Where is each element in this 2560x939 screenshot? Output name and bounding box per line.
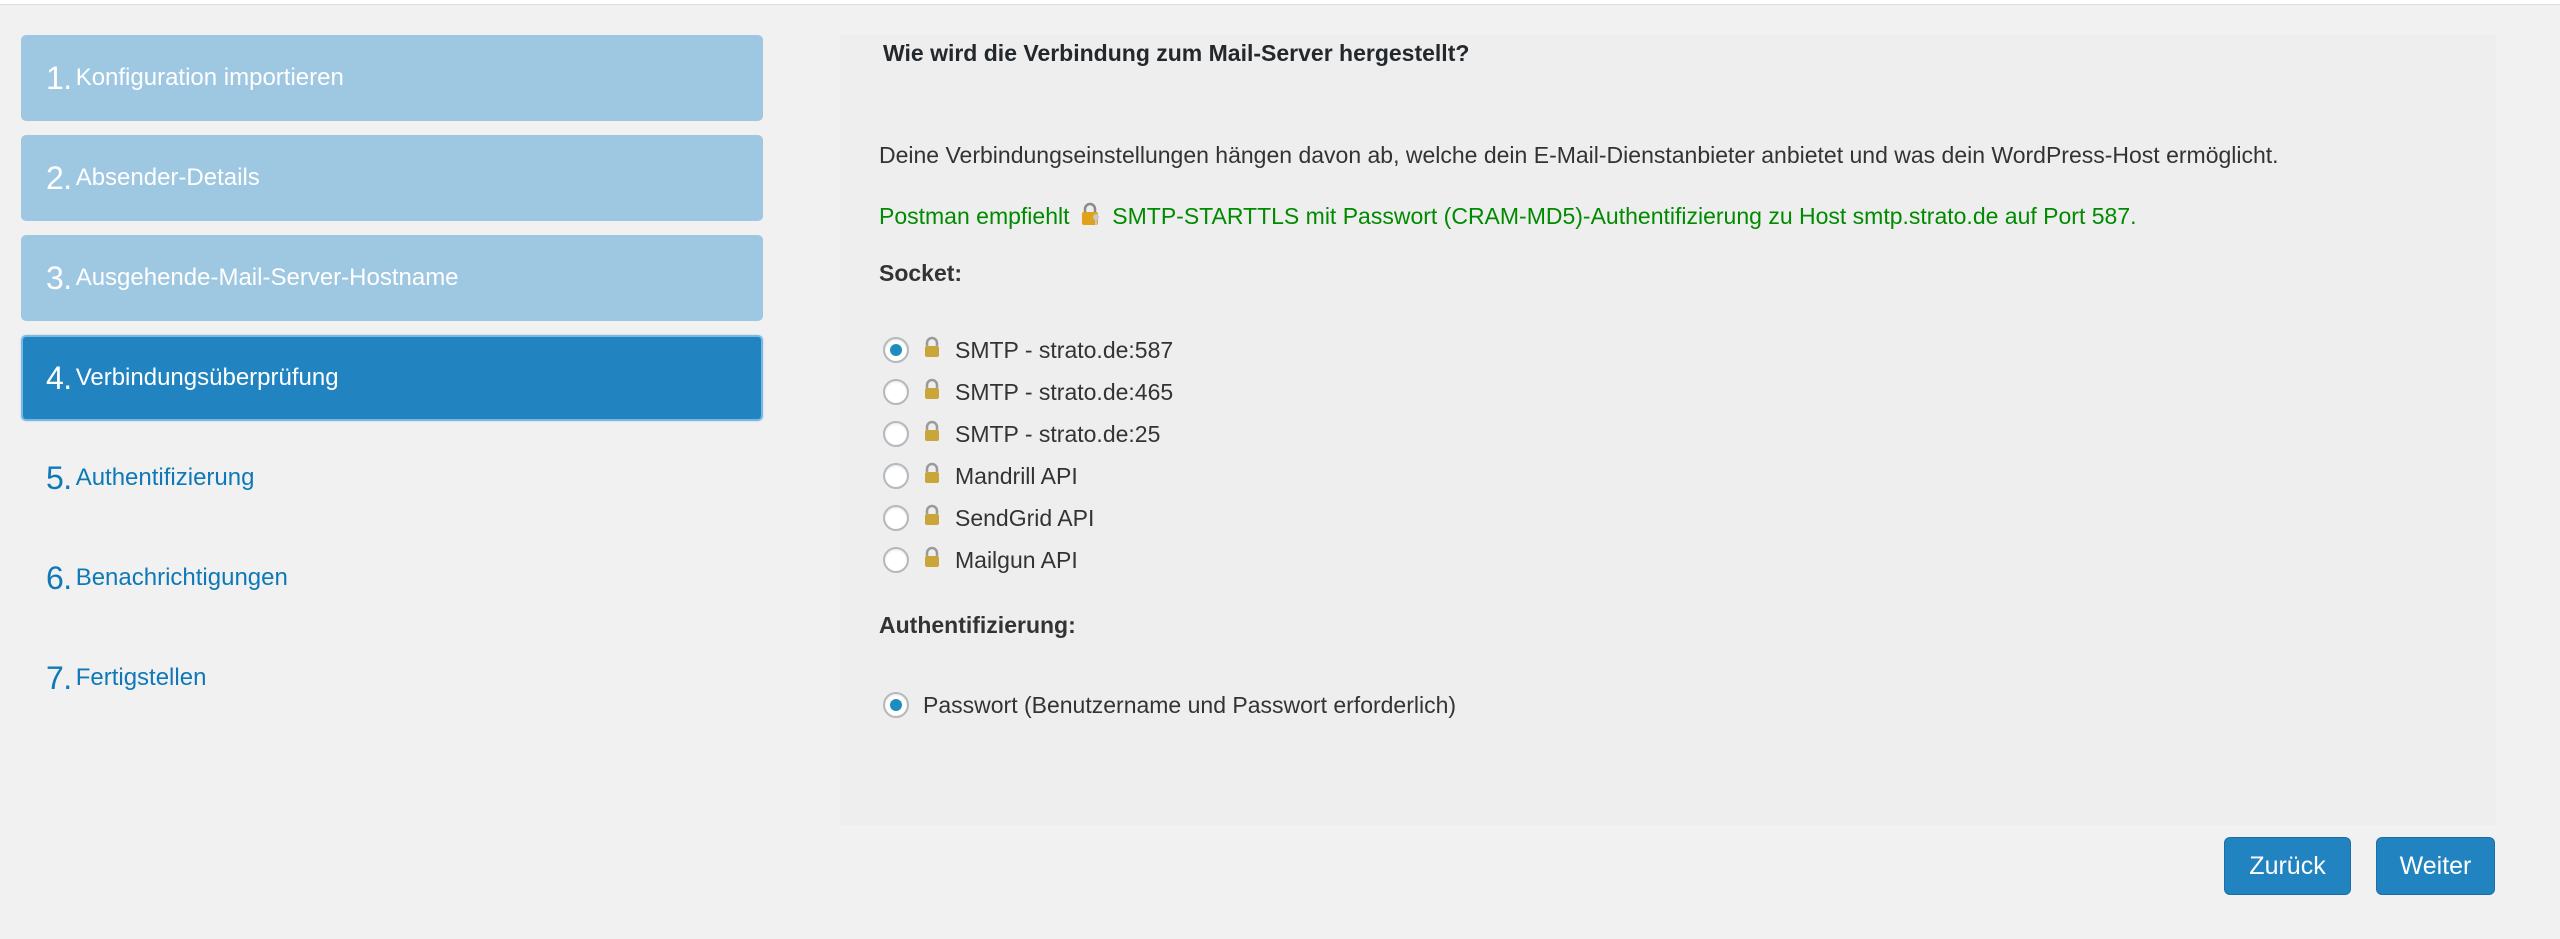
step-6[interactable]: 6. Benachrichtigungen	[21, 535, 763, 621]
socket-option-smtp-25[interactable]: SMTP - strato.de:25	[883, 414, 1160, 454]
step-number: 7.	[46, 659, 72, 696]
step-number: 1.	[46, 59, 72, 96]
step-label: Benachrichtigungen	[75, 564, 288, 591]
radio-button[interactable]	[883, 379, 909, 405]
lock-icon	[923, 546, 941, 574]
step-number: 3.	[46, 259, 72, 296]
description-text: Deine Verbindungseinstellungen hängen da…	[879, 142, 2279, 168]
recommend-prefix: Postman empfiehlt	[879, 203, 1070, 229]
page-title: Wie wird die Verbindung zum Mail-Server …	[883, 40, 1470, 66]
step-1[interactable]: 1. Konfiguration importieren	[21, 35, 763, 121]
radio-button[interactable]	[883, 421, 909, 447]
next-button[interactable]: Weiter	[2376, 837, 2495, 895]
socket-option-smtp-587[interactable]: SMTP - strato.de:587	[883, 330, 1173, 370]
step-7[interactable]: 7. Fertigstellen	[21, 635, 763, 721]
option-label: Mandrill API	[955, 462, 1078, 489]
socket-option-sendgrid[interactable]: SendGrid API	[883, 498, 1094, 538]
step-label: Verbindungsüberprüfung	[75, 364, 339, 391]
option-label: Passwort (Benutzername und Passwort erfo…	[923, 691, 1457, 718]
step-number: 2.	[46, 159, 72, 196]
radio-button[interactable]	[883, 337, 909, 363]
recommendation-text: Postman empfiehlt SMTP-STARTTLS mit Pass…	[879, 202, 2137, 232]
lock-icon	[923, 420, 941, 448]
option-label: SendGrid API	[955, 504, 1095, 531]
socket-option-mailgun[interactable]: Mailgun API	[883, 540, 1078, 580]
auth-label: Authentifizierung:	[879, 612, 1076, 638]
top-border	[0, 0, 2560, 5]
socket-label: Socket:	[879, 260, 963, 286]
option-label: SMTP - strato.de:587	[955, 336, 1174, 363]
radio-button[interactable]	[883, 463, 909, 489]
recommend-suffix: SMTP-STARTTLS mit Passwort (CRAM-MD5)-Au…	[1112, 203, 2137, 229]
socket-option-mandrill[interactable]: Mandrill API	[883, 456, 1078, 496]
lock-icon	[923, 378, 941, 406]
radio-button[interactable]	[883, 505, 909, 531]
step-label: Authentifizierung	[75, 464, 255, 491]
step-2[interactable]: 2. Absender-Details	[21, 135, 763, 221]
step-number: 6.	[46, 559, 72, 596]
step-5[interactable]: 5. Authentifizierung	[21, 435, 763, 521]
option-label: SMTP - strato.de:465	[955, 378, 1174, 405]
step-label: Ausgehende-Mail-Server-Hostname	[75, 264, 459, 291]
auth-option-password[interactable]: Passwort (Benutzername und Passwort erfo…	[883, 685, 1456, 725]
socket-option-smtp-465[interactable]: SMTP - strato.de:465	[883, 372, 1173, 412]
step-label: Absender-Details	[75, 164, 260, 191]
wizard-steps: 1. Konfiguration importieren 2. Absender…	[21, 35, 763, 735]
step-number: 4.	[46, 359, 72, 396]
step-3[interactable]: 3. Ausgehende-Mail-Server-Hostname	[21, 235, 763, 321]
step-label: Fertigstellen	[75, 664, 207, 691]
lock-key-icon	[1080, 202, 1102, 232]
back-button[interactable]: Zurück	[2224, 837, 2351, 895]
step-number: 5.	[46, 459, 72, 496]
radio-button[interactable]	[883, 692, 909, 718]
option-label: Mailgun API	[955, 546, 1078, 573]
option-label: SMTP - strato.de:25	[955, 420, 1161, 447]
radio-button[interactable]	[883, 547, 909, 573]
lock-icon	[923, 336, 941, 364]
lock-icon	[923, 462, 941, 490]
step-label: Konfiguration importieren	[75, 64, 344, 91]
lock-icon	[923, 504, 941, 532]
step-4[interactable]: 4. Verbindungsüberprüfung	[21, 335, 763, 421]
